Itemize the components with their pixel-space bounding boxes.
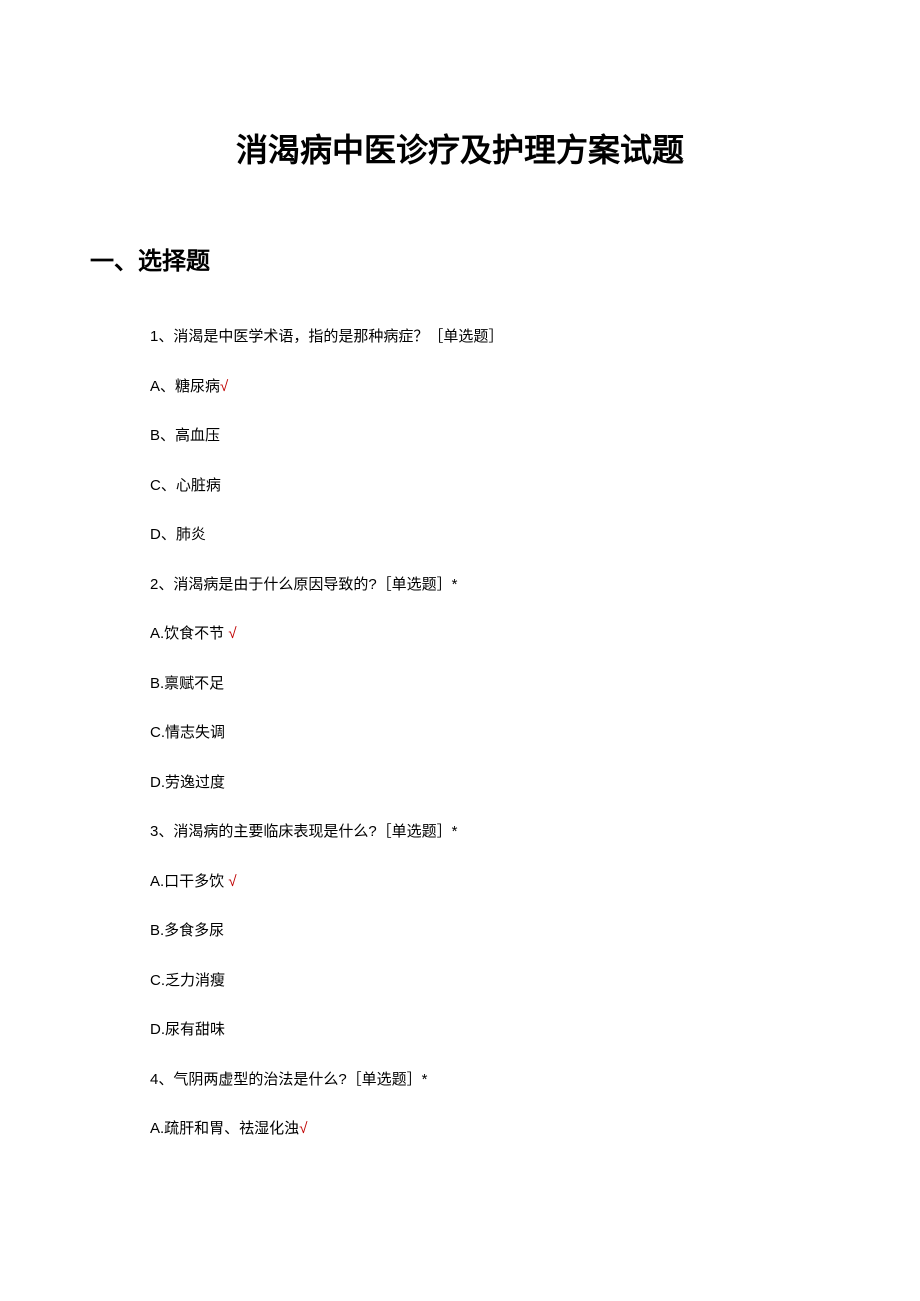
option-label: C.乏力消瘦 bbox=[150, 972, 225, 989]
option-label: A.疏肝和胃、祛湿化浊 bbox=[150, 1120, 299, 1137]
option-label: B.多食多尿 bbox=[150, 922, 224, 939]
question-stem: 1、消渴是中医学术语，指的是那种病症？［单选题］ bbox=[150, 326, 920, 349]
option-label: C.情志失调 bbox=[150, 724, 225, 741]
option: A.口干多饮 √ bbox=[150, 871, 920, 894]
question-stem: 4、气阴两虚型的治法是什么?［单选题］* bbox=[150, 1069, 920, 1092]
check-mark-icon: √ bbox=[228, 873, 236, 890]
option: B、高血压 bbox=[150, 425, 920, 448]
document-title: 消渴病中医诊疗及护理方案试题 bbox=[0, 125, 920, 171]
option: A.饮食不节 √ bbox=[150, 623, 920, 646]
section-heading: 一、选择题 bbox=[90, 241, 920, 276]
option: B.禀赋不足 bbox=[150, 673, 920, 696]
option-label: C、心脏病 bbox=[150, 477, 221, 494]
option: B.多食多尿 bbox=[150, 920, 920, 943]
content-area: 1、消渴是中医学术语，指的是那种病症？［单选题］ A、糖尿病√ B、高血压 C、… bbox=[150, 326, 920, 1141]
check-mark-icon: √ bbox=[299, 1120, 307, 1137]
check-mark-icon: √ bbox=[220, 378, 228, 395]
option: A.疏肝和胃、祛湿化浊√ bbox=[150, 1118, 920, 1141]
option: D.尿有甜味 bbox=[150, 1019, 920, 1042]
option: A、糖尿病√ bbox=[150, 376, 920, 399]
check-mark-icon: √ bbox=[228, 625, 236, 642]
option-label: D.尿有甜味 bbox=[150, 1021, 225, 1038]
option: C.乏力消瘦 bbox=[150, 970, 920, 993]
option-label: A.口干多饮 bbox=[150, 873, 224, 890]
option: C.情志失调 bbox=[150, 722, 920, 745]
option: D、肺炎 bbox=[150, 524, 920, 547]
option-label: A.饮食不节 bbox=[150, 625, 224, 642]
question-stem: 3、消渴病的主要临床表现是什么?［单选题］* bbox=[150, 821, 920, 844]
option: D.劳逸过度 bbox=[150, 772, 920, 795]
question-stem: 2、消渴病是由于什么原因导致的?［单选题］* bbox=[150, 574, 920, 597]
option-label: B.禀赋不足 bbox=[150, 675, 224, 692]
option-label: D、肺炎 bbox=[150, 526, 206, 543]
option-label: A、糖尿病 bbox=[150, 378, 220, 395]
option-label: D.劳逸过度 bbox=[150, 774, 225, 791]
option-label: B、高血压 bbox=[150, 427, 220, 444]
option: C、心脏病 bbox=[150, 475, 920, 498]
